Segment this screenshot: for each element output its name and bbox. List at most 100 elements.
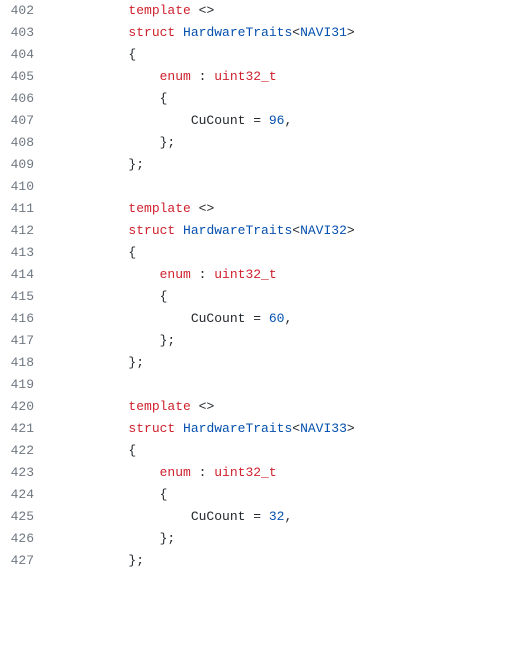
code-token-op: { xyxy=(128,245,136,260)
code-line: 415 { xyxy=(0,286,523,308)
line-content: { xyxy=(50,44,136,66)
line-number: 415 xyxy=(0,286,50,308)
line-content: { xyxy=(50,484,167,506)
code-line: 422 { xyxy=(0,440,523,462)
line-content: struct HardwareTraits<NAVI32> xyxy=(50,220,355,242)
line-number: 425 xyxy=(0,506,50,528)
line-number: 420 xyxy=(0,396,50,418)
code-token-op: < xyxy=(292,223,300,238)
code-token-op: > xyxy=(347,421,355,436)
line-number: 412 xyxy=(0,220,50,242)
code-line: 412 struct HardwareTraits<NAVI32> xyxy=(0,220,523,242)
code-line: 421 struct HardwareTraits<NAVI33> xyxy=(0,418,523,440)
code-token-op: , xyxy=(284,509,292,524)
code-token-kw: struct xyxy=(128,25,175,40)
code-token-op: <> xyxy=(191,3,214,18)
code-token-kw: template xyxy=(128,399,190,414)
code-token-op: }; xyxy=(128,157,144,172)
code-line: 413 { xyxy=(0,242,523,264)
code-token-op: }; xyxy=(128,355,144,370)
code-token-num: 60 xyxy=(269,311,285,326)
code-token-kw: struct xyxy=(128,223,175,238)
line-content: { xyxy=(50,440,136,462)
line-number: 427 xyxy=(0,550,50,572)
code-token-type: uint32_t xyxy=(214,267,276,282)
code-token-op: }; xyxy=(160,531,176,546)
line-number: 418 xyxy=(0,352,50,374)
code-line: 416 CuCount = 60, xyxy=(0,308,523,330)
line-number: 410 xyxy=(0,176,50,198)
line-content: enum : uint32_t xyxy=(50,462,277,484)
line-content: template <> xyxy=(50,396,214,418)
line-number: 423 xyxy=(0,462,50,484)
line-number: 421 xyxy=(0,418,50,440)
line-content: template <> xyxy=(50,198,214,220)
line-content: template <> xyxy=(50,0,214,22)
code-token-op: > xyxy=(347,25,355,40)
line-number: 402 xyxy=(0,0,50,22)
line-content: enum : uint32_t xyxy=(50,66,277,88)
line-number: 416 xyxy=(0,308,50,330)
line-number: 419 xyxy=(0,374,50,396)
line-number: 414 xyxy=(0,264,50,286)
code-line: 405 enum : uint32_t xyxy=(0,66,523,88)
code-token-ident: CuCount = xyxy=(191,311,269,326)
line-content: { xyxy=(50,242,136,264)
code-token-tmpl-arg: NAVI31 xyxy=(300,25,347,40)
code-token-op: , xyxy=(284,113,292,128)
code-line: 404 { xyxy=(0,44,523,66)
code-line: 426 }; xyxy=(0,528,523,550)
code-token-num: 32 xyxy=(269,509,285,524)
code-token-struct-name: HardwareTraits xyxy=(183,25,292,40)
line-content: struct HardwareTraits<NAVI33> xyxy=(50,418,355,440)
code-line: 410 xyxy=(0,176,523,198)
code-line: 418 }; xyxy=(0,352,523,374)
line-number: 417 xyxy=(0,330,50,352)
line-number: 405 xyxy=(0,66,50,88)
code-line: 407 CuCount = 96, xyxy=(0,110,523,132)
code-token-op: , xyxy=(284,311,292,326)
code-token-op: < xyxy=(292,421,300,436)
line-content: { xyxy=(50,286,167,308)
code-line: 406 { xyxy=(0,88,523,110)
code-token-struct-name: HardwareTraits xyxy=(183,421,292,436)
line-number: 409 xyxy=(0,154,50,176)
code-token-num: 96 xyxy=(269,113,285,128)
code-token-op: <> xyxy=(191,399,214,414)
code-token-ident: CuCount = xyxy=(191,113,269,128)
line-number: 407 xyxy=(0,110,50,132)
code-line: 417 }; xyxy=(0,330,523,352)
code-token-type: uint32_t xyxy=(214,69,276,84)
code-token-op: > xyxy=(347,223,355,238)
line-content: struct HardwareTraits<NAVI31> xyxy=(50,22,355,44)
code-token-op: { xyxy=(160,289,168,304)
code-container: 402 template <>403 struct HardwareTraits… xyxy=(0,0,523,572)
code-line: 427 }; xyxy=(0,550,523,572)
line-content: }; xyxy=(50,154,144,176)
line-content: }; xyxy=(50,330,175,352)
line-content: }; xyxy=(50,132,175,154)
line-content: }; xyxy=(50,550,144,572)
code-line: 409 }; xyxy=(0,154,523,176)
code-token-op: { xyxy=(160,91,168,106)
line-number: 411 xyxy=(0,198,50,220)
code-token-op: }; xyxy=(160,333,176,348)
code-token-op: <> xyxy=(191,201,214,216)
code-token-struct-name: HardwareTraits xyxy=(183,223,292,238)
line-content: }; xyxy=(50,352,144,374)
code-token-tmpl-arg: NAVI33 xyxy=(300,421,347,436)
code-token-op: { xyxy=(128,443,136,458)
code-token-kw: enum xyxy=(160,267,191,282)
line-content: CuCount = 96, xyxy=(50,110,292,132)
line-number: 413 xyxy=(0,242,50,264)
code-token-ident: CuCount = xyxy=(191,509,269,524)
code-line: 420 template <> xyxy=(0,396,523,418)
code-line: 419 xyxy=(0,374,523,396)
code-token-op: }; xyxy=(128,553,144,568)
line-number: 404 xyxy=(0,44,50,66)
code-token-kw: template xyxy=(128,201,190,216)
code-token-type: uint32_t xyxy=(214,465,276,480)
line-content: enum : uint32_t xyxy=(50,264,277,286)
code-token-op: { xyxy=(128,47,136,62)
line-number: 406 xyxy=(0,88,50,110)
